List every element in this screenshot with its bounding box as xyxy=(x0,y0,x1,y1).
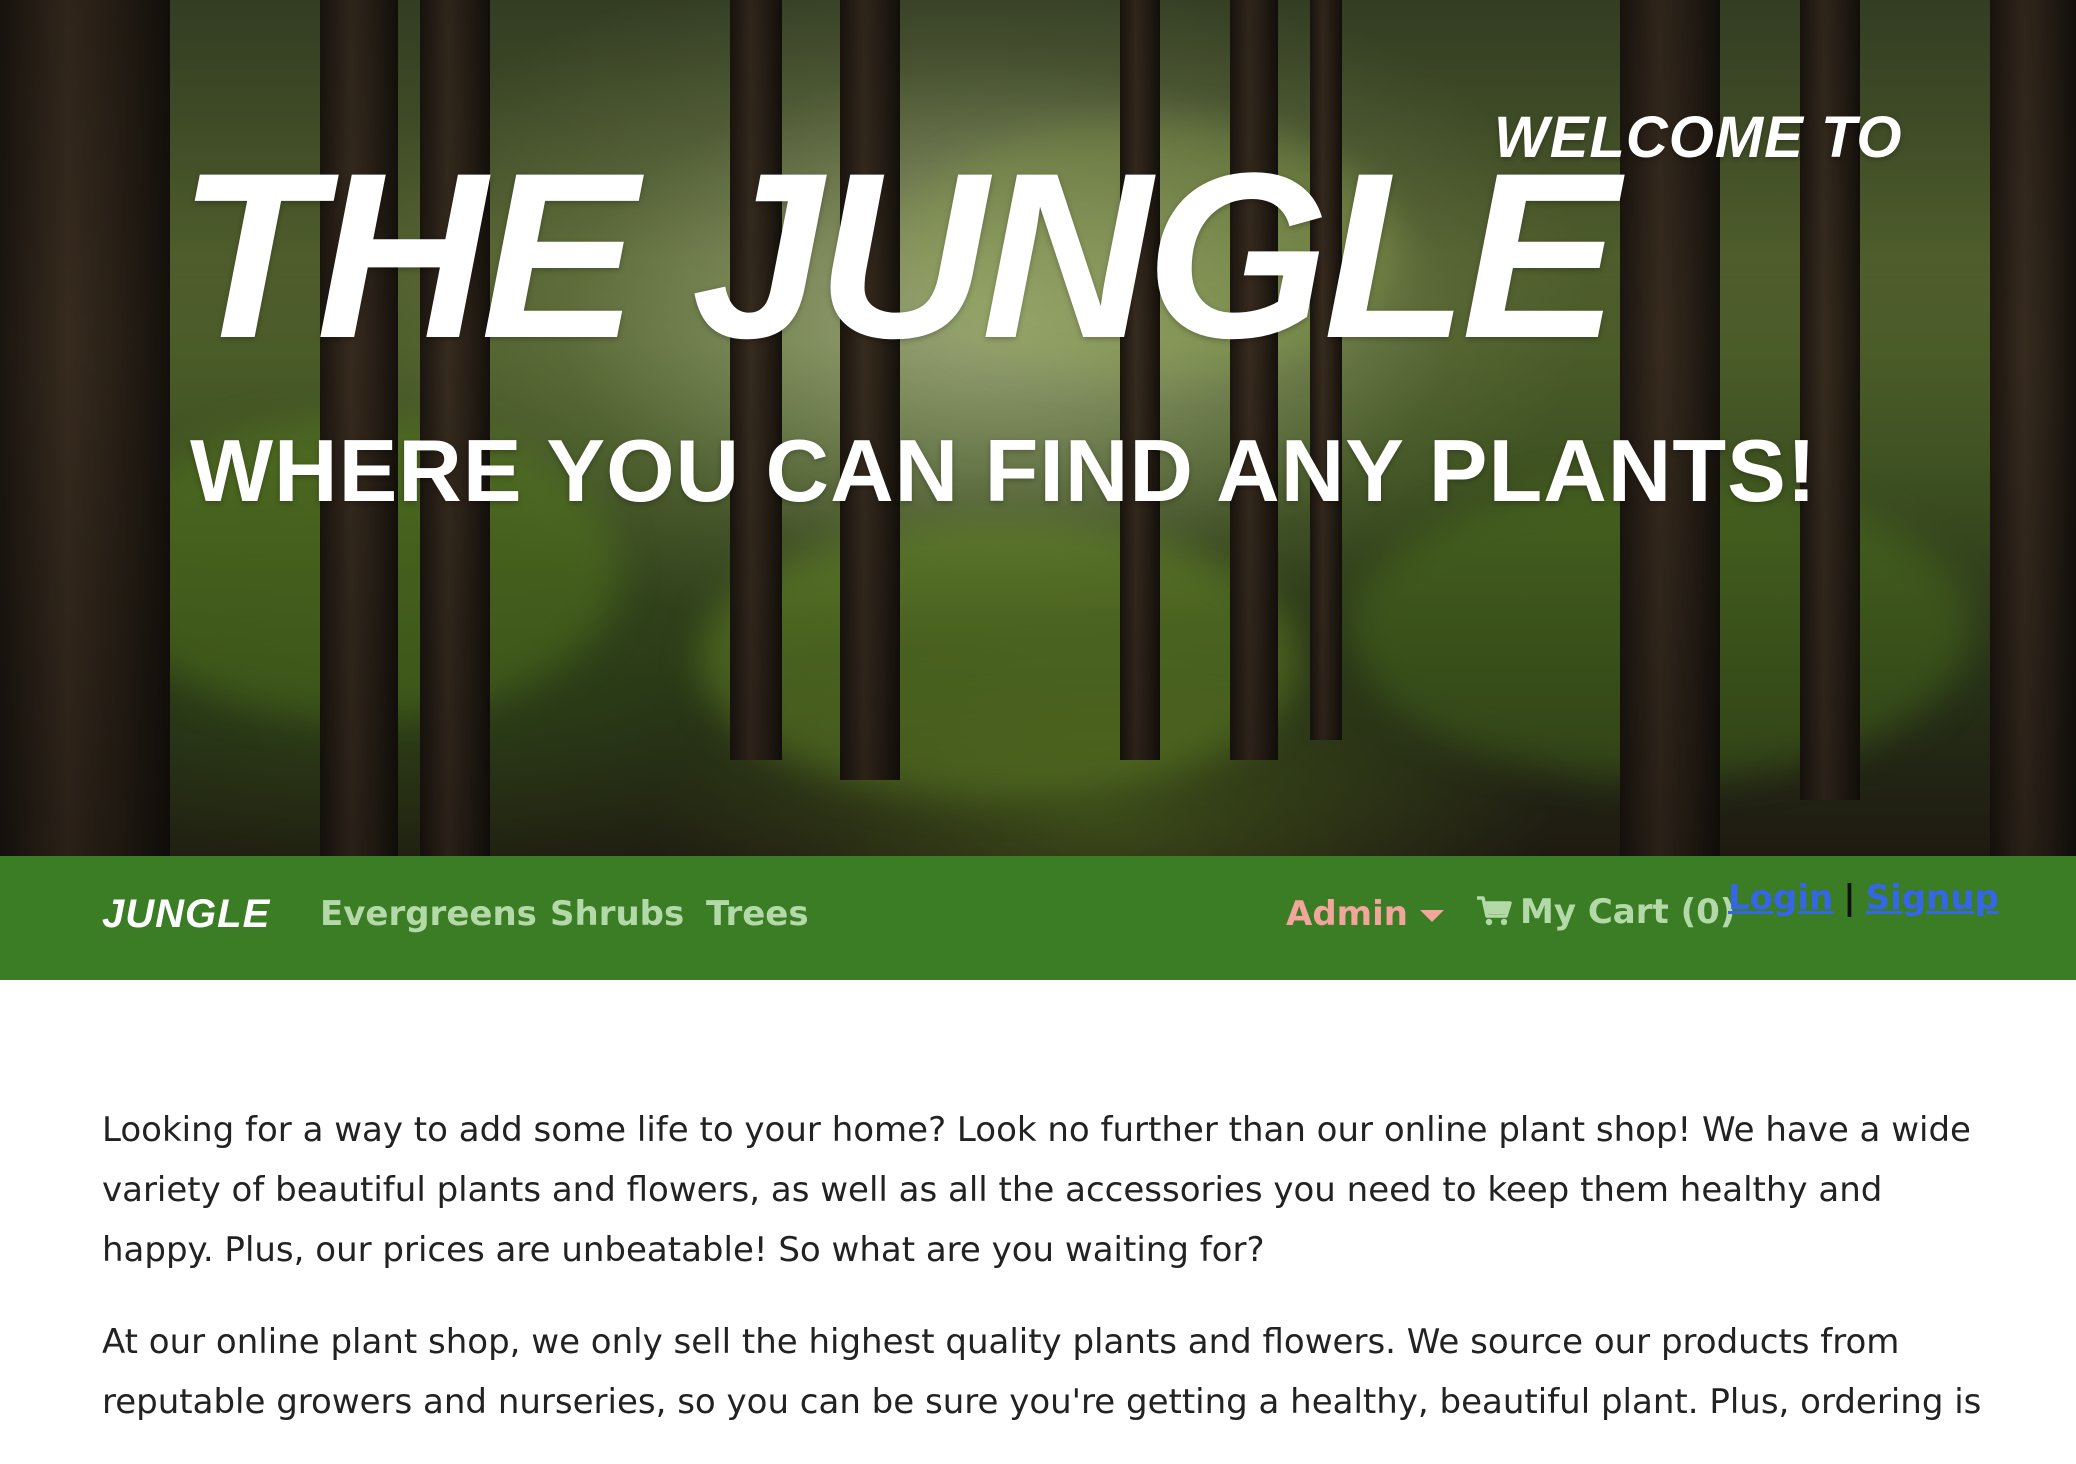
nav-evergreens[interactable]: Evergreens xyxy=(320,894,537,934)
auth-separator: | xyxy=(1843,878,1856,918)
nav-shrubs[interactable]: Shrubs xyxy=(550,894,684,934)
admin-dropdown[interactable]: Admin xyxy=(1286,894,1408,934)
login-link[interactable]: Login xyxy=(1728,878,1833,918)
main-navbar: JUNGLE Evergreens Shrubs Trees Admin My … xyxy=(0,856,2076,980)
hero-banner: WELCOME TO THE JUNGLE WHERE YOU CAN FIND… xyxy=(0,0,2076,856)
caret-down-icon[interactable] xyxy=(1420,910,1444,922)
cart-label: My Cart (0) xyxy=(1520,892,1736,932)
hero-tagline: WHERE YOU CAN FIND ANY PLANTS! xyxy=(190,421,1818,520)
auth-links: Login | Signup xyxy=(1728,878,1999,918)
shopping-cart-icon xyxy=(1477,896,1512,926)
signup-link[interactable]: Signup xyxy=(1866,878,1999,918)
intro-paragraph: Looking for a way to add some life to yo… xyxy=(102,1110,1971,1270)
nav-trees[interactable]: Trees xyxy=(706,894,809,934)
brand-logo[interactable]: JUNGLE xyxy=(102,892,270,937)
cart-link[interactable]: My Cart (0) xyxy=(1476,892,1735,932)
intro-content: Looking for a way to add some life to yo… xyxy=(102,1100,1982,1464)
intro-paragraph: At our online plant shop, we only sell t… xyxy=(102,1322,1982,1422)
hero-title: THE JUNGLE xyxy=(178,124,1619,388)
